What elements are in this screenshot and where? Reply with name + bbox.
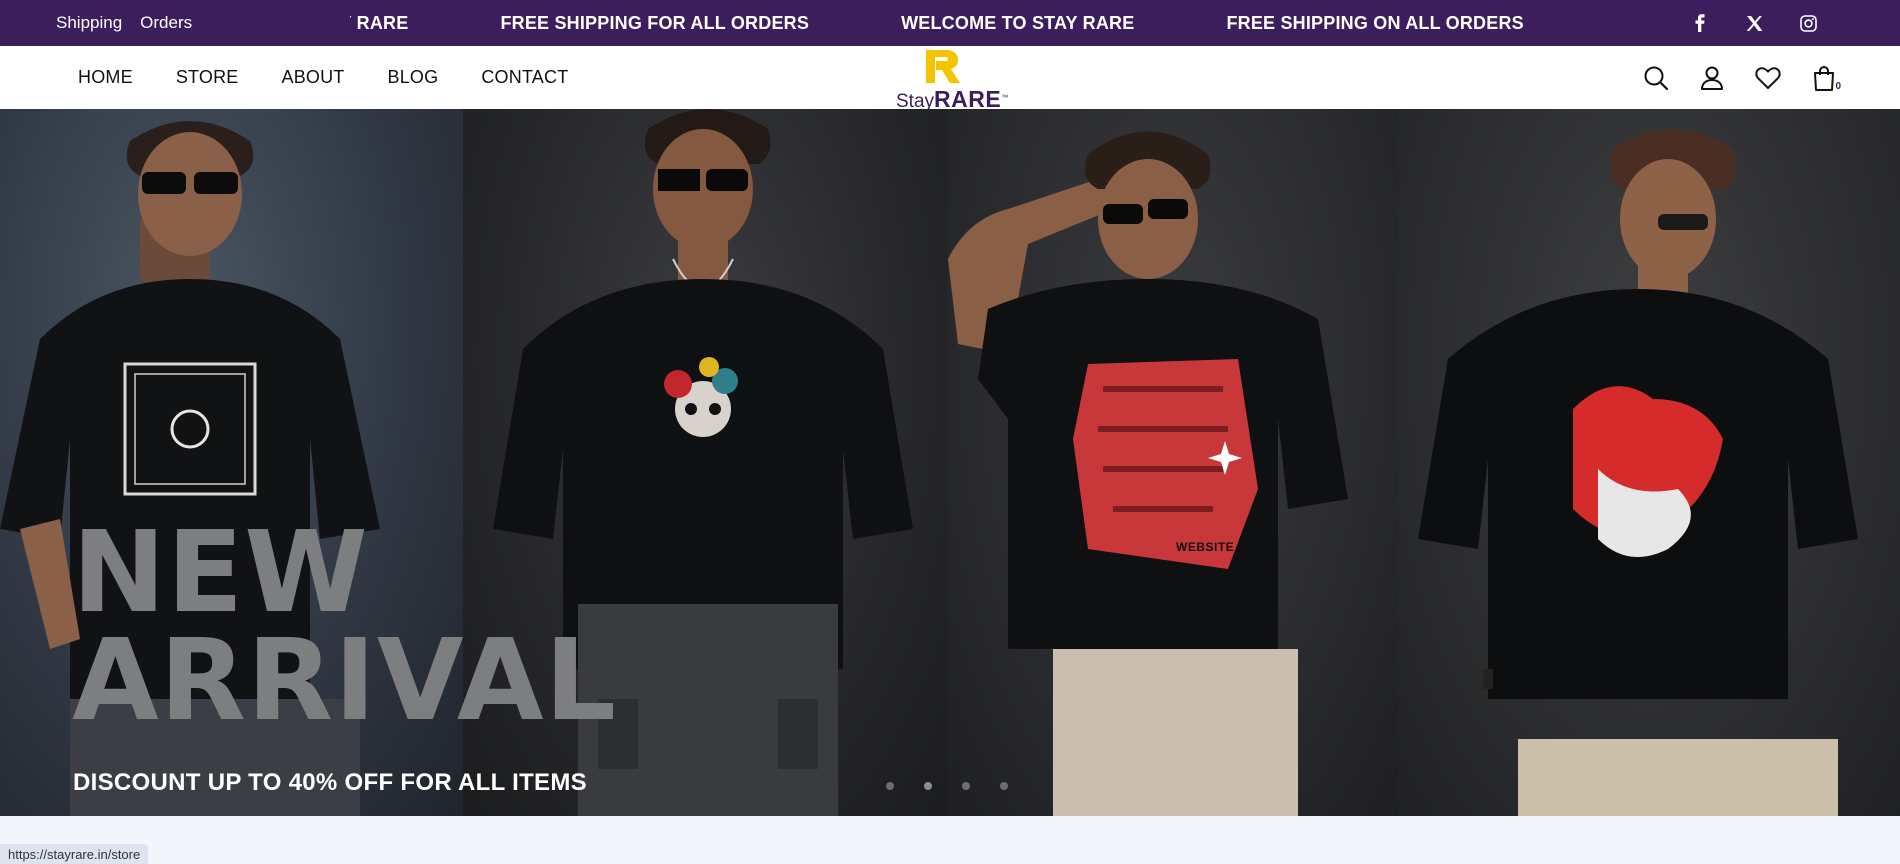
facebook-icon[interactable]: [1690, 13, 1710, 33]
instagram-icon[interactable]: [1798, 13, 1818, 33]
overlay-website-text: WEBSITE: [1176, 540, 1235, 554]
marquee-item: AY RARE: [350, 12, 409, 33]
bag-icon[interactable]: 0: [1810, 64, 1841, 92]
hero-title-line2: ARRIVAL: [72, 616, 617, 746]
marquee-item: WELCOME TO STAY RARE: [901, 12, 1135, 33]
nav-contact[interactable]: CONTACT: [481, 67, 568, 88]
main-nav: HOME STORE ABOUT BLOG CONTACT: [78, 46, 568, 109]
orders-link[interactable]: Orders: [140, 13, 192, 33]
hero-slider[interactable]: WEBSITE NEW ARRIVAL DISCOUNT UP TO 40% O…: [0, 109, 1900, 816]
slider-dot[interactable]: [886, 782, 894, 790]
heart-icon[interactable]: [1754, 64, 1782, 92]
slider-dot[interactable]: [962, 782, 970, 790]
nav-home[interactable]: HOME: [78, 67, 133, 88]
logo-tm: ™: [1001, 94, 1009, 102]
hero-title-line1: NEW: [72, 508, 369, 638]
slider-dot[interactable]: [1000, 782, 1008, 790]
slider-dots: [886, 782, 1008, 790]
top-links: Shipping Orders: [56, 0, 192, 46]
site-header: HOME STORE ABOUT BLOG CONTACT StayRARE™ …: [0, 46, 1900, 112]
social-links: [1690, 0, 1818, 46]
logo[interactable]: StayRARE™: [896, 48, 1010, 112]
search-icon[interactable]: [1642, 64, 1670, 92]
logo-mark-icon: [926, 50, 960, 83]
announcement-marquee: AY RARE FREE SHIPPING FOR ALL ORDERS WEL…: [350, 0, 1530, 46]
nav-about[interactable]: ABOUT: [282, 67, 345, 88]
cart-count-badge: 0: [1835, 80, 1841, 92]
nav-store[interactable]: STORE: [176, 67, 239, 88]
nav-blog[interactable]: BLOG: [388, 67, 439, 88]
link-preview-statusbar: https://stayrare.in/store: [0, 844, 149, 864]
slider-dot[interactable]: [924, 782, 932, 790]
shipping-link[interactable]: Shipping: [56, 13, 122, 33]
x-icon[interactable]: [1744, 13, 1764, 33]
announcement-bar: Shipping Orders AY RARE FREE SHIPPING FO…: [0, 0, 1900, 46]
hero-model-image: WEBSITE: [948, 109, 1398, 816]
user-icon[interactable]: [1698, 64, 1726, 92]
header-actions: 0: [1642, 46, 1841, 109]
hero-title: NEW ARRIVAL: [72, 508, 617, 746]
hero-model-image: [1398, 109, 1900, 816]
hero-subtitle: DISCOUNT UP TO 40% OFF FOR ALL ITEMS: [73, 769, 587, 796]
marquee-item: FREE SHIPPING FOR ALL ORDERS: [500, 12, 810, 33]
marquee-item: FREE SHIPPING ON ALL ORDERS: [1226, 12, 1524, 33]
